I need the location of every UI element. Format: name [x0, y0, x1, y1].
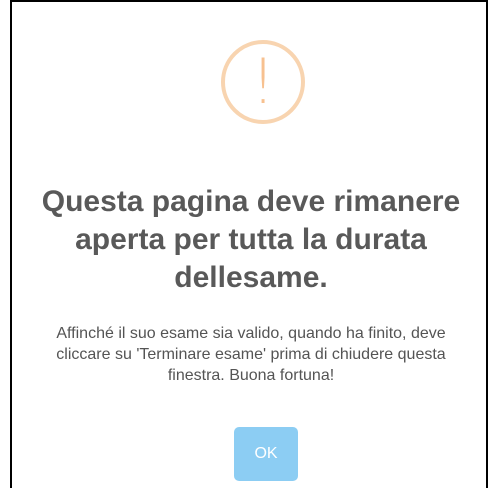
dialog-title-wrapper: Questa pagina deve rimanere aperta per t… — [1, 183, 494, 297]
dialog-title: Questa pagina deve rimanere aperta per t… — [41, 185, 461, 294]
dialog-message: Affinché il suo esame sia valido, quando… — [56, 325, 446, 384]
page-frame: ! Questa pagina deve rimanere aperta per… — [0, 0, 494, 488]
alert-dialog: ! Questa pagina deve rimanere aperta per… — [12, 2, 486, 488]
warning-exclamation-icon: ! — [221, 40, 305, 124]
exclamation-mark: ! — [250, 45, 276, 118]
ok-button[interactable]: OK — [234, 427, 298, 481]
